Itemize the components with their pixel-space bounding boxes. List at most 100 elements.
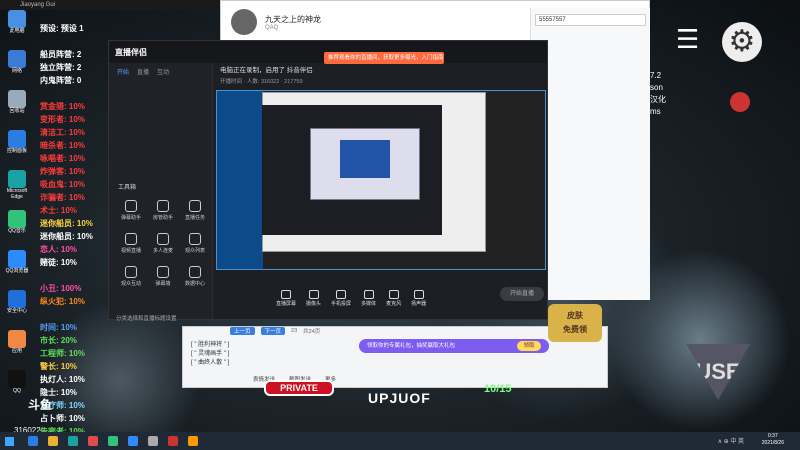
stream-tab[interactable]: 直播 <box>137 67 149 76</box>
report-icon[interactable] <box>730 92 750 112</box>
desktop-icon[interactable]: QQ音乐 <box>2 210 32 248</box>
right-text-2: son <box>650 83 663 92</box>
tool-button[interactable]: 直播任务 <box>180 200 210 221</box>
app-icon <box>8 250 26 268</box>
tool-label: 多人连麦 <box>152 248 173 254</box>
system-tray[interactable]: ∧ ⊕ 中 英 <box>718 436 744 445</box>
desktop-icons: 此电脑网络回收站控制面板 Microsoft Edge QQ音乐 QQ浏览器安全中心应… <box>2 10 32 410</box>
group-name: 九天之上的神龙 <box>265 14 321 24</box>
source-label: 摄像头 <box>306 300 322 307</box>
group-sub: QAQ <box>265 24 279 31</box>
desktop-icon[interactable]: QQ浏览器 <box>2 250 32 288</box>
source-icon <box>336 289 347 299</box>
stream-logo: 直播伴侣 <box>115 47 147 57</box>
taskbar-app-1[interactable] <box>28 436 38 446</box>
source-button[interactable]: 摄像头 <box>306 289 322 307</box>
desktop-icon[interactable]: 控制面板 <box>2 130 32 168</box>
desktop: Jiaoyang Gui 此电脑 网络 回收站 控制面板 Microsoft Edge Q… <box>0 0 800 450</box>
source-icon <box>388 289 399 299</box>
desktop-icon-label: 此电脑 <box>9 28 25 34</box>
tool-icon <box>125 200 137 212</box>
tool-button[interactable]: 视频直播 <box>116 233 146 254</box>
overlay-line: 市长: 20% <box>40 336 77 345</box>
source-button[interactable]: 手机投屏 <box>331 289 351 307</box>
overlay-line: 占卜师: 10% <box>40 414 85 423</box>
private-label[interactable]: PRIVATE <box>264 380 334 396</box>
taskbar-app-5[interactable] <box>108 436 118 446</box>
tool-button[interactable]: 弹幕墙 <box>148 266 178 287</box>
app-icon <box>8 90 26 108</box>
promo-banner[interactable]: 领取你的专属礼包，抽奖赢取大礼包 领取 <box>359 339 549 353</box>
tool-label: 弹幕助手 <box>120 215 141 221</box>
taskbar-app-8[interactable] <box>168 436 178 446</box>
desktop-icon[interactable]: 此电脑 <box>2 10 32 48</box>
chat-line: [ " 曲终人散 " ] <box>191 360 230 366</box>
desktop-icon-label: QQ <box>13 388 21 394</box>
douyu-logo: 斗鱼 <box>28 398 53 412</box>
tool-grid: 弹幕助手 房管助手 直播任务视频直播 多人连麦 观众列表观众互动 弹幕墙 数据中心 <box>116 200 210 287</box>
taskbar-app-4[interactable] <box>88 436 98 446</box>
gear-icon[interactable]: ⚙ <box>722 22 762 62</box>
tool-button[interactable]: 观众列表 <box>180 233 210 254</box>
tools-title: 工具箱 <box>118 185 137 191</box>
desktop-icon[interactable]: Microsoft Edge <box>2 170 32 208</box>
desktop-icon[interactable]: 应用 <box>2 330 32 368</box>
source-button[interactable]: 多媒体 <box>361 289 376 307</box>
tool-button[interactable]: 弹幕助手 <box>116 200 146 221</box>
taskbar-app-3[interactable] <box>68 436 78 446</box>
tool-button[interactable]: 数据中心 <box>180 266 210 287</box>
taskbar-app-6[interactable] <box>128 436 138 446</box>
app-mini-title[interactable]: Jiaoyang Gui <box>0 0 220 10</box>
overlay-line: 执灯人: 10% <box>40 375 85 384</box>
stream-stats: 开播时间 · 人数: 316022 · 217759 <box>220 79 303 85</box>
promo-button[interactable]: 领取 <box>517 341 541 351</box>
tip-banner[interactable]: 推荐观看你的直播间，获取更多曝光，入门指南 <box>324 52 444 64</box>
stream-tab[interactable]: 开始 <box>117 67 129 76</box>
overlay-line: 工程师: 10% <box>40 349 85 358</box>
app-icon <box>8 130 26 148</box>
tool-button[interactable]: 多人连麦 <box>148 233 178 254</box>
desktop-icon[interactable]: 回收站 <box>2 90 32 128</box>
source-button[interactable]: 麦克风 <box>386 289 402 307</box>
page-number[interactable]: 23 <box>291 328 297 334</box>
clock[interactable]: 0:37 2021/8/26 <box>762 433 784 447</box>
stream-tabs: 开始 直播 互动 <box>109 63 212 80</box>
desktop-icon-label: 安全中心 <box>6 308 27 314</box>
group-avatar[interactable] <box>231 9 257 35</box>
prev-page-button[interactable]: 上一页 <box>230 327 255 335</box>
tool-label: 观众列表 <box>184 248 205 254</box>
stream-bottom-bar: 直播屏幕 摄像头 手机投屏 多媒体 麦克风 扬声器 <box>216 282 546 314</box>
chat-icon[interactable]: ☰ <box>676 24 699 55</box>
gift-badge[interactable]: 皮肤 免费领 <box>548 304 602 342</box>
desktop-icon[interactable]: 安全中心 <box>2 290 32 328</box>
gift-line2: 免费领 <box>563 325 587 334</box>
app-icon <box>8 170 26 188</box>
start-button[interactable] <box>0 432 18 450</box>
stream-footer-note: 分类选择和直播标题设置 <box>116 316 177 322</box>
search-input[interactable]: 55557557 <box>535 14 646 26</box>
start-live-button[interactable]: 开始直播 <box>500 287 544 301</box>
right-text-3: 汉化 <box>650 95 666 104</box>
tool-label: 弹幕墙 <box>155 281 171 287</box>
tool-button[interactable]: 观众互动 <box>116 266 146 287</box>
desktop-icon-label: QQ浏览器 <box>5 268 29 274</box>
source-icon <box>308 289 319 299</box>
tool-button[interactable]: 房管助手 <box>148 200 178 221</box>
tool-icon <box>189 266 201 278</box>
tool-label: 直播任务 <box>184 215 205 221</box>
source-icon <box>363 289 374 299</box>
app-icon <box>8 370 26 388</box>
taskbar-app-2[interactable] <box>48 436 58 446</box>
desktop-icon-label: 回收站 <box>9 108 25 114</box>
taskbar-app-9[interactable] <box>188 436 198 446</box>
source-button[interactable]: 扬声器 <box>411 289 426 307</box>
gift-line1: 皮肤 <box>567 311 583 320</box>
stream-tab[interactable]: 互动 <box>157 67 169 76</box>
source-button[interactable]: 直播屏幕 <box>276 289 296 307</box>
source-label: 麦克风 <box>386 300 402 307</box>
next-page-button[interactable]: 下一页 <box>260 327 286 335</box>
promo-text: 领取你的专属礼包，抽奖赢取大礼包 <box>367 343 456 349</box>
desktop-icon[interactable]: 网络 <box>2 50 32 88</box>
nested-window-4 <box>340 140 390 178</box>
taskbar-app-7[interactable] <box>148 436 158 446</box>
